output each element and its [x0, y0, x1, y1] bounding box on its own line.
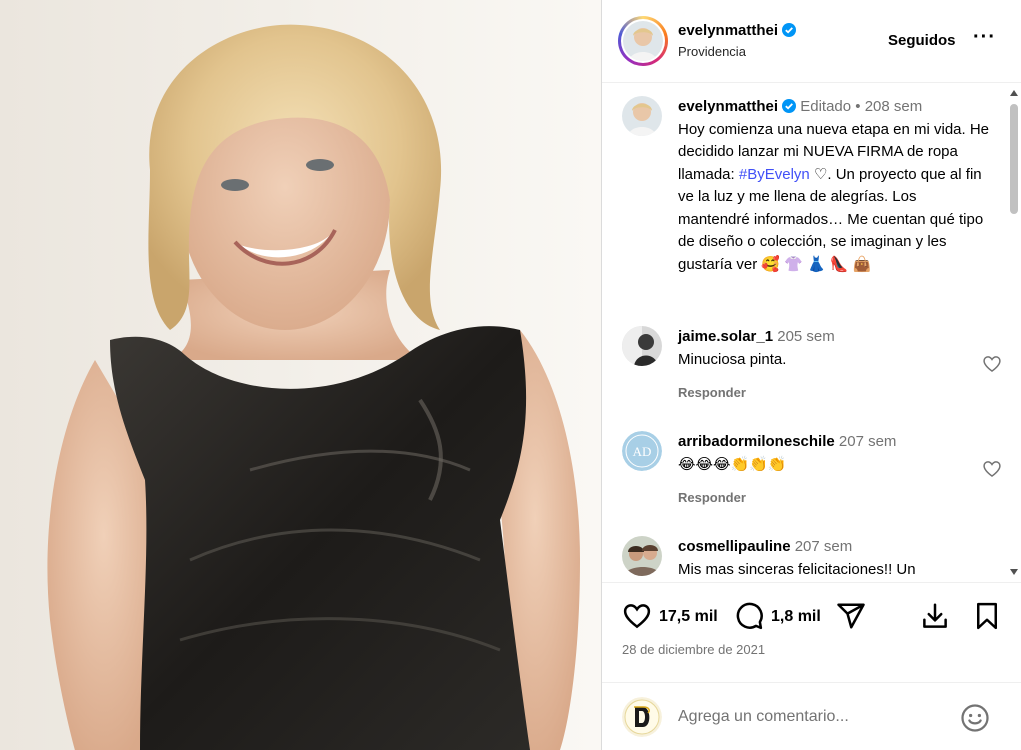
- comment-avatar[interactable]: AD: [622, 431, 662, 471]
- more-options-icon[interactable]: ···: [973, 27, 996, 47]
- share-send-icon[interactable]: [836, 601, 866, 631]
- caption-edited: Editado: [800, 98, 852, 115]
- comments-list[interactable]: evelynmatthei Editado • 208 sem Hoy comi…: [602, 84, 1021, 581]
- emoji-picker-icon[interactable]: [960, 703, 990, 733]
- comment-text: Minuciosa pinta.: [678, 350, 787, 368]
- comment-avatar-image: AD: [622, 431, 662, 471]
- comment-avatar[interactable]: [622, 326, 662, 366]
- comment-body: cosmellipauline 207 sem Mis mas sinceras…: [678, 536, 992, 581]
- like-comment-heart-icon[interactable]: [982, 354, 1002, 374]
- post-detail-panel: evelynmatthei Providencia Seguidos ··· e…: [601, 0, 1021, 750]
- caption-time[interactable]: 208 sem: [865, 98, 923, 115]
- post-photo-illustration: [0, 0, 601, 750]
- comment-avatar[interactable]: [622, 536, 662, 576]
- current-user-avatar[interactable]: [622, 697, 662, 737]
- caption-avatar-image: [622, 96, 662, 136]
- comment-username[interactable]: jaime.solar_1: [678, 328, 773, 345]
- likes-count[interactable]: 17,5 mil: [659, 608, 718, 626]
- author-username[interactable]: evelynmatthei: [678, 22, 797, 39]
- comment-item: AD arribadormiloneschile 207 sem 😂😂😂👏👏👏 …: [622, 431, 1001, 505]
- caption-emojis: 🥰 👚 👗 👠 👜: [761, 255, 872, 273]
- scroll-down-arrow-icon[interactable]: [1010, 569, 1018, 575]
- like-heart-icon[interactable]: [622, 601, 652, 631]
- comment-avatar-initials: AD: [633, 444, 652, 459]
- reply-button[interactable]: Responder: [678, 385, 992, 400]
- like-comment-heart-icon[interactable]: [982, 459, 1002, 479]
- author-avatar-image: [623, 21, 663, 61]
- caption-body: evelynmatthei Editado • 208 sem Hoy comi…: [678, 96, 992, 276]
- comment-body: arribadormiloneschile 207 sem 😂😂😂👏👏👏: [678, 431, 992, 476]
- comment-item: cosmellipauline 207 sem Mis mas sinceras…: [622, 536, 992, 581]
- caption-avatar[interactable]: [622, 96, 662, 136]
- author-avatar[interactable]: [618, 16, 668, 66]
- caption-item: evelynmatthei Editado • 208 sem Hoy comi…: [622, 96, 992, 276]
- verified-badge-icon: [782, 99, 797, 113]
- comment-input[interactable]: Agrega un comentario...: [678, 708, 849, 726]
- comment-time[interactable]: 207 sem: [795, 538, 853, 555]
- caption-username[interactable]: evelynmatthei: [678, 98, 778, 115]
- add-comment-bar: Agrega un comentario...: [602, 682, 1021, 750]
- scrollbar-thumb[interactable]: [1010, 104, 1018, 214]
- comment-username[interactable]: cosmellipauline: [678, 538, 791, 555]
- post-date[interactable]: 28 de diciembre de 2021: [622, 642, 765, 657]
- comment-text: Mis mas sinceras felicitaciones!! Un: [678, 560, 916, 578]
- current-user-avatar-image: [622, 697, 662, 737]
- post-header: evelynmatthei Providencia Seguidos ···: [602, 0, 1021, 83]
- comment-time[interactable]: 205 sem: [777, 328, 835, 345]
- caption-hashtag[interactable]: #ByEvelyn: [739, 166, 810, 183]
- comment-avatar-image: [622, 326, 662, 366]
- post-actions: 17,5 mil 1,8 mil 28 de diciembre de 2021: [602, 582, 1021, 682]
- verified-badge-icon: [782, 23, 797, 37]
- comment-text: 😂😂😂👏👏👏: [678, 455, 787, 473]
- comment-time[interactable]: 207 sem: [839, 433, 897, 450]
- post-location[interactable]: Providencia: [678, 44, 746, 59]
- caption-dot: •: [851, 98, 865, 115]
- scroll-up-arrow-icon[interactable]: [1010, 90, 1018, 96]
- post-photo[interactable]: [0, 0, 601, 750]
- comment-avatar-image: [622, 536, 662, 576]
- save-bookmark-icon[interactable]: [972, 601, 1002, 631]
- reply-button[interactable]: Responder: [678, 490, 992, 505]
- comment-bubble-icon[interactable]: [734, 601, 764, 631]
- comment-username[interactable]: arribadormiloneschile: [678, 433, 835, 450]
- comments-scrollbar[interactable]: [1007, 84, 1021, 581]
- author-username-text[interactable]: evelynmatthei: [678, 22, 778, 39]
- download-icon[interactable]: [920, 601, 950, 631]
- following-button[interactable]: Seguidos: [888, 32, 956, 49]
- comment-item: jaime.solar_1 205 sem Minuciosa pinta. R…: [622, 326, 1001, 400]
- comments-count[interactable]: 1,8 mil: [771, 608, 821, 626]
- comment-body: jaime.solar_1 205 sem Minuciosa pinta.: [678, 326, 992, 371]
